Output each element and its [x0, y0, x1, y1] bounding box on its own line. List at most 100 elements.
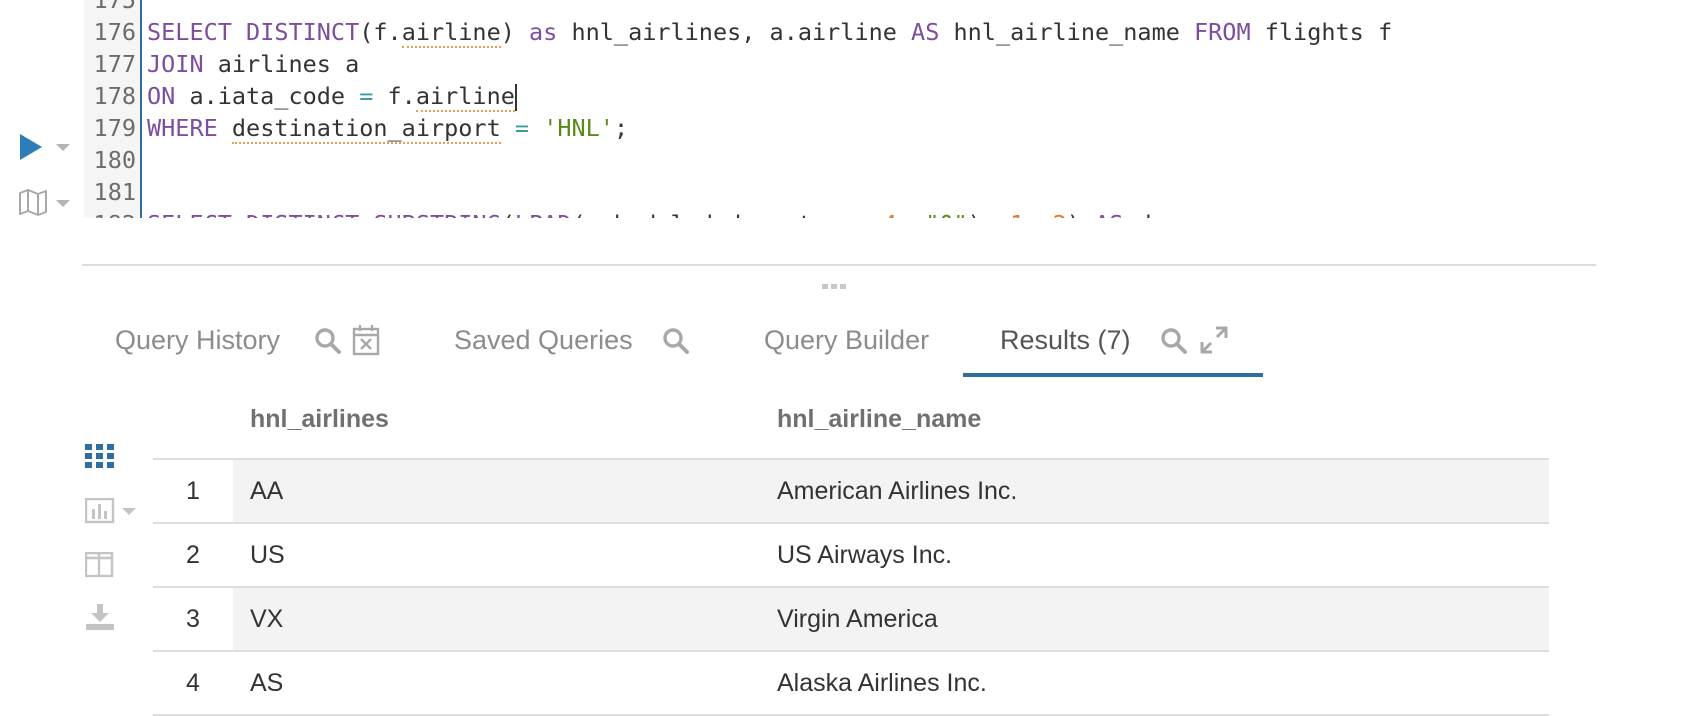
- code-token: ;: [613, 114, 629, 142]
- code-token: 'HNL': [543, 114, 614, 142]
- cell-hnl-airlines[interactable]: VX: [250, 588, 283, 650]
- code-token: SUBSTRING: [373, 210, 500, 218]
- code-line[interactable]: 179 WHERE destination_airport = 'HNL';: [0, 112, 1684, 144]
- search-icon[interactable]: [662, 327, 690, 355]
- code-token: (scheduled_departure,: [571, 210, 882, 218]
- download-icon[interactable]: [86, 604, 114, 630]
- tab-query-history[interactable]: Query History: [115, 318, 280, 362]
- code-text[interactable]: WHERE destination_airport = 'HNL';: [147, 112, 628, 144]
- code-token: (: [501, 210, 515, 218]
- line-number: 177: [93, 50, 136, 78]
- resize-handle[interactable]: [822, 282, 848, 290]
- code-line[interactable]: 182 SELECT DISTINCT SUBSTRING(LPAD(schedu…: [0, 208, 1684, 218]
- code-token: 1: [1010, 210, 1024, 218]
- calendar-clear-icon[interactable]: [352, 324, 380, 356]
- cell-hnl-airline-name[interactable]: American Airlines Inc.: [777, 460, 1017, 522]
- code-text[interactable]: JOIN airlines a: [147, 48, 359, 80]
- table-row[interactable]: 3 VX Virgin America: [153, 586, 1549, 652]
- code-token: DISTINCT: [246, 210, 373, 218]
- code-text[interactable]: ON a.iata_code = f.airline: [147, 80, 517, 112]
- code-token: AS: [1095, 210, 1123, 218]
- code-line[interactable]: 181: [0, 176, 1684, 208]
- code-token: =: [359, 82, 374, 110]
- code-token: ): [500, 18, 530, 46]
- panel-divider: [82, 264, 1596, 266]
- play-icon[interactable]: [20, 134, 42, 160]
- code-token: flights f: [1250, 18, 1393, 46]
- columns-icon[interactable]: [85, 552, 115, 578]
- tab-query-builder[interactable]: Query Builder: [764, 318, 929, 362]
- code-token: ): [1067, 210, 1095, 218]
- code-token: SELECT: [147, 210, 246, 218]
- code-token: airlines a: [203, 50, 360, 78]
- line-number: 178: [93, 82, 136, 110]
- code-token: "0": [925, 210, 967, 218]
- code-text[interactable]: SELECT DISTINCT(f.airline) as hnl_airlin…: [147, 16, 1392, 48]
- line-number: 180: [93, 146, 136, 174]
- code-token: hnl_airlines, a.airline: [557, 18, 912, 46]
- active-tab-indicator: [963, 373, 1263, 377]
- code-text[interactable]: SELECT DISTINCT SUBSTRING(LPAD(scheduled…: [147, 208, 1152, 218]
- cell-hnl-airlines[interactable]: AA: [250, 460, 283, 522]
- book-icon[interactable]: [18, 188, 48, 216]
- row-index: 2: [153, 524, 233, 588]
- table-row[interactable]: 1 AA American Airlines Inc.: [153, 458, 1549, 524]
- table-row[interactable]: 4 AS Alaska Airlines Inc.: [153, 650, 1549, 716]
- code-token: ,: [1024, 210, 1052, 218]
- code-token: LPAD: [515, 210, 572, 218]
- chevron-down-icon[interactable]: [56, 200, 70, 207]
- code-token: as: [529, 18, 558, 46]
- table-row[interactable]: 2 US US Airways Inc.: [153, 522, 1549, 588]
- grid-icon[interactable]: [85, 444, 115, 470]
- tab-results[interactable]: Results (7): [1000, 318, 1131, 362]
- code-token: hnl_airline_name: [939, 18, 1195, 46]
- cell-hnl-airline-name[interactable]: Alaska Airlines Inc.: [777, 652, 987, 714]
- cell-hnl-airline-name[interactable]: US Airways Inc.: [777, 524, 952, 586]
- line-number: 175: [93, 0, 136, 14]
- code-token: 2: [1053, 210, 1067, 218]
- cell-hnl-airline-name[interactable]: Virgin America: [777, 588, 938, 650]
- code-line[interactable]: 175: [0, 0, 1684, 16]
- code-token: ,: [897, 210, 925, 218]
- column-header-hnl-airlines[interactable]: hnl_airlines: [250, 402, 389, 436]
- search-icon[interactable]: [1160, 327, 1188, 355]
- code-token: WHERE: [147, 114, 218, 142]
- code-token: ON: [147, 82, 176, 110]
- code-token: destination_airport: [231, 114, 501, 144]
- code-token: airline: [401, 18, 501, 48]
- code-token: SELECT: [147, 18, 247, 46]
- row-index: 4: [153, 652, 233, 716]
- column-header-hnl-airline-name[interactable]: hnl_airline_name: [777, 402, 981, 436]
- code-token: ),: [968, 210, 1010, 218]
- code-line[interactable]: 177 JOIN airlines a: [0, 48, 1684, 80]
- code-token: f.: [373, 82, 416, 110]
- code-line[interactable]: 178 ON a.iata_code = f.airline: [0, 80, 1684, 112]
- code-token: JOIN: [147, 50, 204, 78]
- row-index: 3: [153, 588, 233, 652]
- code-token: AS: [911, 18, 940, 46]
- cell-hnl-airlines[interactable]: US: [250, 524, 285, 586]
- text-cursor: [514, 84, 517, 111]
- code-line[interactable]: 176 SELECT DISTINCT(f.airline) as hnl_air…: [0, 16, 1684, 48]
- chevron-down-icon[interactable]: [56, 144, 70, 151]
- line-number: 176: [93, 18, 136, 46]
- code-token: d: [1123, 210, 1151, 218]
- code-line[interactable]: 180: [0, 144, 1684, 176]
- chevron-down-icon[interactable]: [122, 508, 136, 515]
- row-index: 1: [153, 460, 233, 524]
- sql-editor[interactable]: 175 176 SELECT DISTINCT(f.airline) as hnl_…: [0, 0, 1684, 218]
- cell-hnl-airlines[interactable]: AS: [250, 652, 283, 714]
- code-token: DISTINCT: [246, 18, 360, 46]
- code-token: =: [514, 114, 530, 142]
- line-number: 181: [93, 178, 136, 206]
- code-token: airline: [415, 82, 515, 112]
- search-icon[interactable]: [314, 327, 342, 355]
- bar-chart-icon[interactable]: [85, 498, 115, 524]
- expand-icon[interactable]: [1200, 326, 1228, 354]
- code-token: (f.: [359, 18, 402, 46]
- line-number: 179: [93, 114, 136, 142]
- tab-saved-queries[interactable]: Saved Queries: [454, 318, 633, 362]
